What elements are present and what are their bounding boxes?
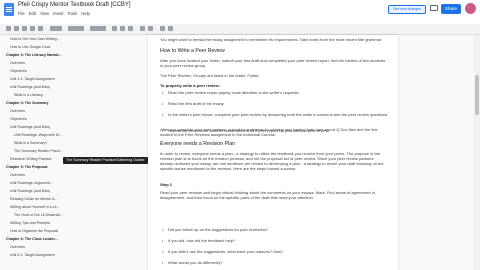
outline-item[interactable]: What is a Summary? <box>14 139 47 147</box>
outline-item[interactable]: Overview <box>10 243 25 251</box>
outline-item[interactable]: What is a Literacy... <box>14 91 45 99</box>
google-docs-window: Pfeil Crispy Mentor Textbook Draft [CCBY… <box>0 0 480 270</box>
outline-item[interactable]: Overview <box>10 171 25 179</box>
outline-item[interactable]: Unit 6.1: Taught Assignment <box>10 251 55 259</box>
outline-chapter[interactable]: Chapter 5: The Proposal <box>6 163 48 171</box>
formatting-toolbar <box>0 24 480 35</box>
bullet-item: If you did, how did the feedback help? <box>160 238 394 243</box>
heading-peer-review: How to Write a Peer Review <box>160 48 225 54</box>
underline-icon[interactable] <box>128 26 133 31</box>
paragraph: After you have located your folder, subm… <box>160 58 386 68</box>
outline-chapter[interactable]: Chapter 4: The Summary <box>6 99 49 107</box>
title-bar: Pfeil Crispy Mentor Textbook Draft [CCBY… <box>0 0 480 25</box>
print-icon[interactable] <box>22 26 27 31</box>
undo-icon[interactable] <box>6 26 11 31</box>
paint-format-icon[interactable] <box>38 26 43 31</box>
avatar[interactable] <box>465 3 476 14</box>
outline-item[interactable]: Writing Tips and Prompts <box>10 219 50 227</box>
outline-item[interactable]: Unit Readings: Argument... <box>10 179 53 187</box>
link-icon[interactable] <box>140 26 145 31</box>
vertical-scrollbar[interactable] <box>474 35 480 270</box>
font-select[interactable] <box>90 26 106 31</box>
document-page[interactable]: You might want to reread the essay assig… <box>148 35 398 270</box>
paragraph: In order to revise, everyone needs a pla… <box>160 151 384 171</box>
italic-icon[interactable] <box>120 26 125 31</box>
menu-tools[interactable]: Tools <box>67 11 77 16</box>
bullet-item: Read the first draft of the essay. <box>160 101 394 106</box>
outline-item[interactable]: Unit Readings (and links) <box>10 187 50 195</box>
comment-icon[interactable] <box>430 5 438 11</box>
menu-help[interactable]: Help <box>81 11 90 16</box>
menu-edit[interactable]: Edit <box>29 11 36 16</box>
document-outline: How to Get Your Own Writing... How to Us… <box>0 35 70 270</box>
paragraph: Read your peer reviews and begin critica… <box>160 190 376 200</box>
outline-item[interactable]: Research Writing Practice <box>10 155 51 163</box>
menu-view[interactable]: View <box>40 11 49 16</box>
outline-item[interactable]: Writing about Yourself in a Lit... <box>10 203 59 211</box>
paragraph: The Peer Review: Groups are listed in th… <box>160 73 260 78</box>
outline-item[interactable]: Objectives <box>10 115 27 123</box>
outline-item[interactable]: Unit Readings (and links) <box>10 83 50 91</box>
menu-bar: File Edit View Insert Tools Help <box>18 11 90 16</box>
outline-item[interactable]: The Summary Reader Practi... <box>14 147 63 155</box>
menu-insert[interactable]: Insert <box>53 11 63 16</box>
outline-item[interactable]: Unit Readings (and links) <box>10 123 50 131</box>
outline-item[interactable]: Unit 3.1: Taught Assignment <box>10 75 55 83</box>
bullet-item: In the writer's peer report, complete yo… <box>160 112 394 117</box>
zoom-select[interactable] <box>50 26 62 31</box>
paragraph: After you complete your peer reviews, su… <box>160 127 378 137</box>
menu-file[interactable]: File <box>18 11 25 16</box>
outline-item[interactable]: Reading Guide for Mentor A... <box>10 195 58 203</box>
bullet-item: Did you follow up on the suggestions for… <box>160 227 394 232</box>
outline-item[interactable]: Unit Readings: Ways with W... <box>14 131 62 139</box>
intro-paragraph: You might want to reread the essay assig… <box>160 37 383 42</box>
scrollbar-thumb[interactable] <box>475 75 479 115</box>
outline-item[interactable]: How to Use Google Docs <box>10 43 50 51</box>
align-icon[interactable] <box>160 26 165 31</box>
style-select[interactable] <box>68 26 84 31</box>
outline-chapter[interactable]: Chapter 6: The Close Lookin... <box>6 235 58 243</box>
bullet-item: If you didn't use the suggestions, what … <box>160 249 394 254</box>
outline-item[interactable]: Overview <box>10 59 25 67</box>
share-button[interactable]: Share <box>441 4 461 14</box>
heading-revision-plan: Everyone needs a Revision Plan <box>160 141 235 147</box>
step-label: Step 1 <box>160 182 173 187</box>
bold-icon[interactable] <box>112 26 117 31</box>
outline-item[interactable]: Objectives <box>10 67 27 75</box>
outline-item[interactable]: The Goal of Our Lit Dissertat... <box>14 211 63 219</box>
list-icon[interactable] <box>168 26 173 31</box>
docs-logo-icon[interactable] <box>4 3 14 16</box>
redo-icon[interactable] <box>14 26 19 31</box>
bullet-item: What would you do differently? <box>160 260 394 265</box>
document-canvas: You might want to reread the essay assig… <box>100 35 398 270</box>
comment-add-icon[interactable] <box>148 26 153 31</box>
outline-item[interactable]: How to Organize the Proposal <box>10 227 58 235</box>
bold-label: To properly write a peer review: <box>160 83 220 88</box>
spellcheck-icon[interactable] <box>30 26 35 31</box>
outline-item[interactable]: Overview <box>10 107 25 115</box>
document-title[interactable]: Pfeil Crispy Mentor Textbook Draft [CCBY… <box>18 2 131 8</box>
see-changes-button[interactable]: See new changes <box>388 5 426 14</box>
bullet-item: Read the peer review report paying close… <box>160 90 394 95</box>
outline-item[interactable]: How to Get Your Own Writing... <box>10 35 60 43</box>
outline-chapter[interactable]: Chapter 3: The Literacy Narrati... <box>6 51 62 59</box>
